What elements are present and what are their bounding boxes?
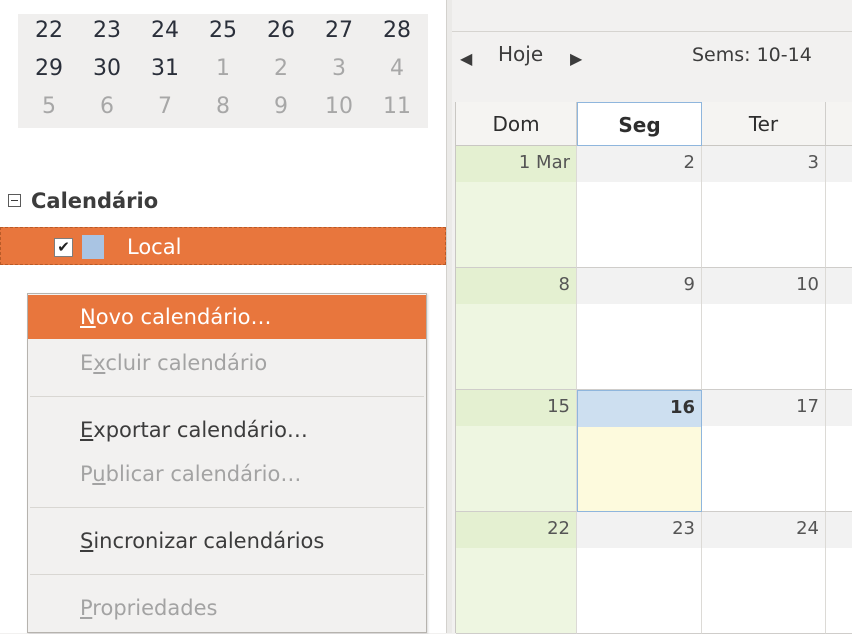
day-number: 10 <box>702 268 825 304</box>
view-navigation-bar: ◀ Hoje ▶ Sems: 10-14 <box>452 31 852 86</box>
minimonth-day[interactable]: 2 <box>252 52 310 86</box>
day-number: 9 <box>577 268 701 304</box>
week-range-label: Sems: 10-14 <box>692 44 812 66</box>
minimonth-day[interactable]: 29 <box>20 52 78 86</box>
minimonth-day[interactable]: 26 <box>252 14 310 48</box>
calendar-sidebar: 22 23 24 25 26 27 28 29 30 31 1 2 3 4 5 6 7 8 9 10 11 Calend… <box>0 0 446 633</box>
day-number: 2 <box>577 146 701 182</box>
menu-item-exportar-calendario[interactable]: Exportar calendário… <box>28 408 426 452</box>
calendar-context-menu: Novo calendário… Excluir calendário Export… <box>27 293 427 633</box>
day-number-partial <box>826 146 852 182</box>
minimonth-day[interactable]: 27 <box>310 14 368 48</box>
day-cell-partial[interactable] <box>826 268 852 390</box>
calendar-visible-checkbox[interactable]: ✔ <box>54 238 73 257</box>
day-cell[interactable]: 23 <box>577 512 702 634</box>
day-number: 23 <box>577 512 701 548</box>
calendar-list-header[interactable]: Calendário <box>0 185 158 217</box>
day-cell[interactable]: 3 <box>702 146 826 268</box>
minimonth-calendar: 22 23 24 25 26 27 28 29 30 31 1 2 3 4 5 6 7 8 9 10 11 <box>18 14 428 128</box>
day-number-partial <box>826 390 852 426</box>
day-cell[interactable]: 10 <box>702 268 826 390</box>
minimonth-day[interactable]: 22 <box>20 14 78 48</box>
menu-separator <box>30 507 424 508</box>
day-number: 17 <box>702 390 825 426</box>
today-button[interactable]: Hoje <box>498 42 543 66</box>
minimonth-day[interactable]: 28 <box>368 14 426 48</box>
week-row: 15 16 17 <box>456 390 852 512</box>
day-number: 3 <box>702 146 825 182</box>
calendar-list-item-local[interactable]: ✔ Local <box>0 227 446 265</box>
next-arrow-icon[interactable]: ▶ <box>570 49 582 68</box>
day-cell[interactable]: 22 <box>456 512 577 634</box>
day-cell[interactable]: 17 <box>702 390 826 512</box>
week-row: 1 Mar 2 3 <box>456 146 852 268</box>
menu-item-excluir-calendario[interactable]: Excluir calendário <box>28 341 426 385</box>
menu-item-novo-calendario[interactable]: Novo calendário… <box>28 295 426 339</box>
column-header-partial <box>826 102 852 146</box>
menu-item-propriedades[interactable]: Propriedades <box>28 586 426 630</box>
column-header-seg: Seg <box>577 102 702 146</box>
menu-item-publicar-calendario[interactable]: Publicar calendário… <box>28 452 426 496</box>
day-number: 1 Mar <box>456 146 576 182</box>
minimonth-week-row: 22 23 24 25 26 27 28 <box>18 14 428 48</box>
minimonth-day[interactable]: 24 <box>136 14 194 48</box>
week-row: 8 9 10 <box>456 268 852 390</box>
previous-arrow-icon[interactable]: ◀ <box>460 49 472 68</box>
minimonth-day[interactable]: 10 <box>310 90 368 124</box>
menu-item-sincronizar-calendarios[interactable]: Sincronizar calendários <box>28 519 426 563</box>
minimonth-day[interactable]: 31 <box>136 52 194 86</box>
menu-separator <box>30 396 424 397</box>
day-number: 22 <box>456 512 576 548</box>
minimonth-day[interactable]: 25 <box>194 14 252 48</box>
day-cell[interactable]: 1 Mar <box>456 146 577 268</box>
column-header-ter: Ter <box>702 102 826 146</box>
calendar-list-title: Calendário <box>31 189 159 213</box>
day-cell[interactable]: 8 <box>456 268 577 390</box>
day-cell[interactable]: 24 <box>702 512 826 634</box>
day-number: 8 <box>456 268 576 304</box>
day-number: 24 <box>702 512 825 548</box>
minimonth-day[interactable]: 1 <box>194 52 252 86</box>
minimonth-week-row: 29 30 31 1 2 3 4 <box>18 52 428 86</box>
minimonth-week-row: 5 6 7 8 9 10 11 <box>18 90 428 124</box>
day-cell[interactable]: 9 <box>577 268 702 390</box>
minimonth-day[interactable]: 5 <box>20 90 78 124</box>
minimonth-day[interactable]: 11 <box>368 90 426 124</box>
minimonth-day[interactable]: 7 <box>136 90 194 124</box>
calendar-view: ◀ Hoje ▶ Sems: 10-14 Dom Seg Ter 1 Mar 2 3 8 9 1… <box>452 0 852 634</box>
week-row: 22 23 24 <box>456 512 852 634</box>
minimonth-day[interactable]: 9 <box>252 90 310 124</box>
day-number-partial <box>826 268 852 304</box>
calendar-name-label: Local <box>127 235 182 259</box>
minimonth-day[interactable]: 30 <box>78 52 136 86</box>
minimonth-day[interactable]: 3 <box>310 52 368 86</box>
day-cell[interactable]: 2 <box>577 146 702 268</box>
column-header-dom: Dom <box>456 102 577 146</box>
calendar-color-swatch <box>82 235 104 259</box>
minimonth-day[interactable]: 6 <box>78 90 136 124</box>
menu-separator <box>30 574 424 575</box>
multiweek-grid: Dom Seg Ter 1 Mar 2 3 8 9 10 15 16 17 22 23 24 <box>455 102 852 634</box>
minimonth-day[interactable]: 4 <box>368 52 426 86</box>
minimonth-day[interactable]: 8 <box>194 90 252 124</box>
day-cell[interactable]: 15 <box>456 390 577 512</box>
day-cell-partial[interactable] <box>826 512 852 634</box>
collapse-icon[interactable] <box>8 193 21 207</box>
day-cell-partial[interactable] <box>826 146 852 268</box>
day-number: 16 <box>578 391 701 427</box>
day-cell[interactable]: 16 <box>577 390 702 512</box>
day-cell-partial[interactable] <box>826 390 852 512</box>
minimonth-day[interactable]: 23 <box>78 14 136 48</box>
day-number-partial <box>826 512 852 548</box>
day-number: 15 <box>456 390 576 426</box>
